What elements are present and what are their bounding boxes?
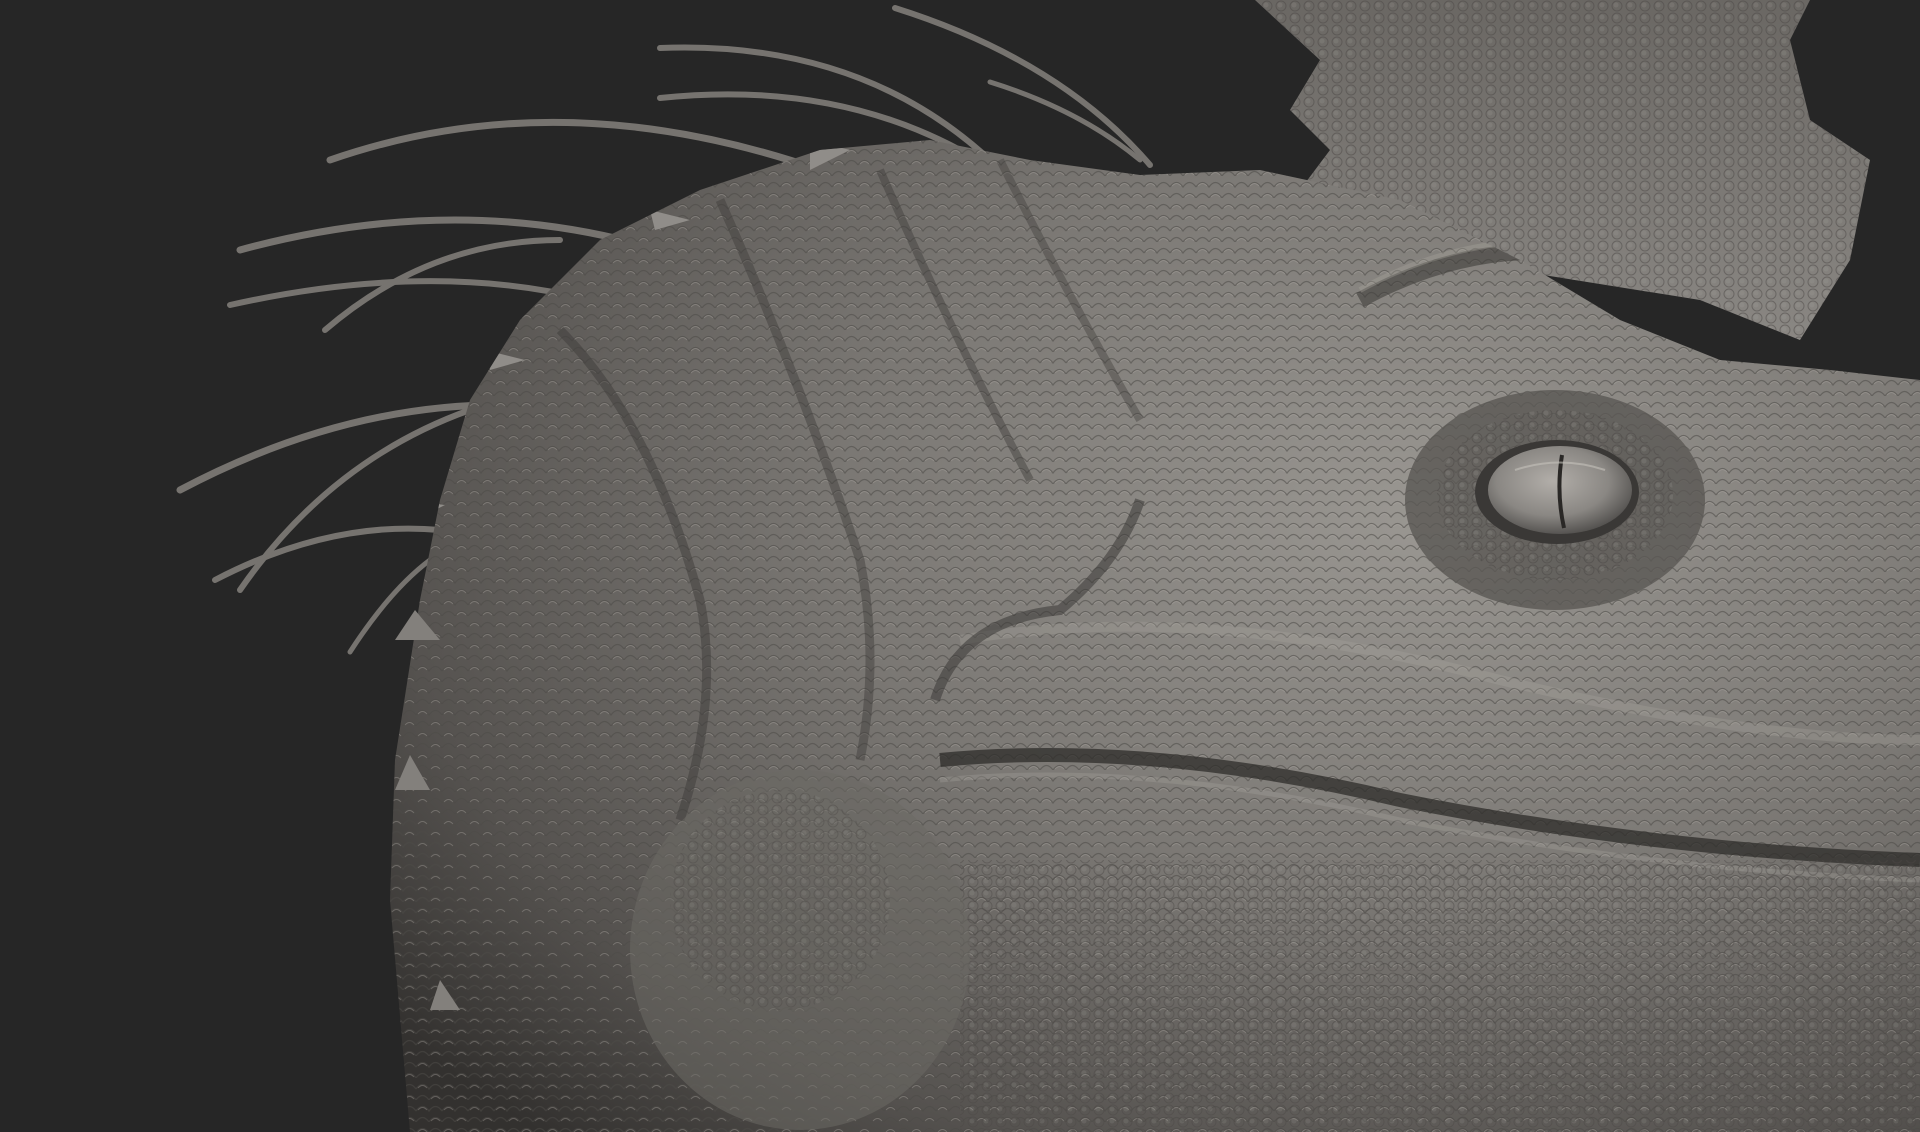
eye	[1405, 390, 1705, 610]
whisker	[212, 525, 443, 583]
whisker	[987, 79, 1143, 163]
creature-head-render	[176, 0, 1920, 1132]
render-viewport	[0, 0, 1920, 1132]
whisker	[326, 118, 824, 174]
whisker	[227, 278, 593, 308]
